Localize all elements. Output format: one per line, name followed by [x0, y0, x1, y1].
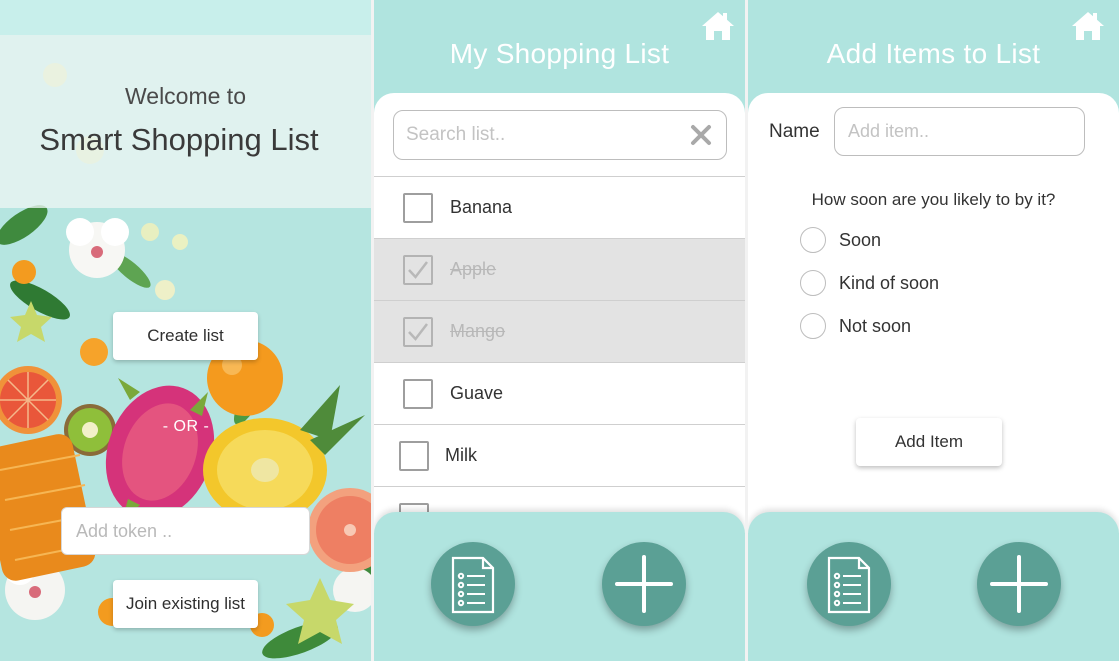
item-label: Apple — [450, 259, 497, 279]
welcome-screen: Welcome to Smart Shopping List Create li… — [0, 0, 371, 661]
list-view-button[interactable] — [807, 542, 891, 626]
item-name-input[interactable] — [834, 107, 1085, 156]
item-checkbox[interactable] — [399, 441, 429, 471]
list-document-icon — [827, 556, 871, 614]
search-input[interactable] — [406, 111, 676, 159]
list-item[interactable]: Milk — [374, 424, 745, 486]
item-label: Guave — [450, 383, 504, 403]
welcome-greeting: Welcome to — [124, 83, 246, 109]
page-title: My Shopping List — [449, 38, 670, 69]
item-checkbox[interactable] — [403, 379, 433, 409]
checkmark-icon — [408, 323, 428, 341]
add-item-form: Name How soon are you likely to by it? S… — [748, 93, 1119, 533]
list-item[interactable]: Banana — [374, 176, 745, 238]
page-title: Add Items to List — [826, 38, 1041, 69]
radio-label: Kind of soon — [839, 273, 940, 293]
item-checkbox-checked[interactable] — [403, 317, 433, 347]
add-item-button[interactable] — [602, 542, 686, 626]
home-icon[interactable] — [701, 10, 735, 42]
plus-icon — [990, 555, 1048, 613]
urgency-question: How soon are you likely to by it? — [811, 190, 1056, 209]
shopping-list-screen: My Shopping List Banana Apple — [374, 0, 745, 661]
checkmark-icon — [408, 261, 428, 279]
bottom-nav — [374, 512, 745, 661]
shopping-list: Banana Apple Mango Guave Milk — [374, 176, 745, 533]
radio-label: Soon — [839, 230, 882, 250]
add-items-screen: Add Items to List Name How soon are you … — [748, 0, 1119, 661]
list-view-button[interactable] — [431, 542, 515, 626]
clear-search-icon[interactable] — [690, 124, 712, 146]
list-item[interactable]: Mango — [374, 300, 745, 362]
search-bar — [393, 110, 727, 160]
plus-icon — [615, 555, 673, 613]
join-list-button[interactable]: Join existing list — [113, 580, 258, 628]
name-label: Name — [769, 121, 820, 142]
app-title: Smart Shopping List — [39, 122, 319, 157]
token-input[interactable] — [61, 507, 310, 555]
radio-label: Not soon — [839, 316, 912, 336]
item-label: Mango — [450, 321, 506, 341]
or-separator: - OR - — [162, 418, 210, 435]
add-item-button[interactable] — [977, 542, 1061, 626]
item-checkbox-checked[interactable] — [403, 255, 433, 285]
list-document-icon — [451, 556, 495, 614]
shopping-list-card: Banana Apple Mango Guave Milk — [374, 93, 745, 533]
list-item[interactable]: Apple — [374, 238, 745, 300]
home-icon[interactable] — [1071, 10, 1105, 42]
item-label: Milk — [445, 445, 477, 465]
list-item[interactable]: Guave — [374, 362, 745, 424]
radio-button[interactable] — [800, 313, 826, 339]
radio-button[interactable] — [800, 227, 826, 253]
radio-button[interactable] — [800, 270, 826, 296]
item-label: Banana — [450, 197, 513, 217]
bottom-nav — [748, 512, 1119, 661]
create-list-button[interactable]: Create list — [113, 312, 258, 360]
add-item-submit-button[interactable]: Add Item — [856, 418, 1002, 466]
item-checkbox[interactable] — [403, 193, 433, 223]
